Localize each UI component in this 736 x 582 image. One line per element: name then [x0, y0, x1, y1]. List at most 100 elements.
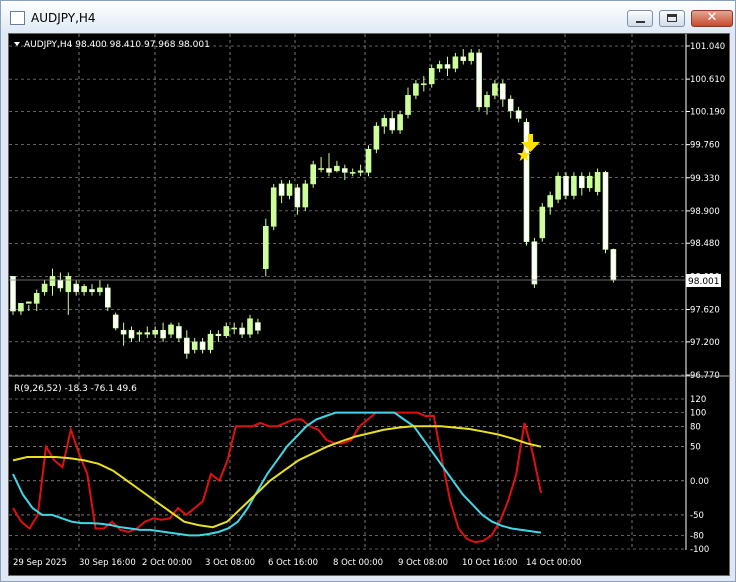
candle-body	[460, 56, 467, 61]
axes: 101.040 100.610 100.190 99.760 99.330 98.900 9…	[9, 34, 725, 568]
indicator-tick-label: -100	[690, 545, 709, 555]
candle-body	[247, 318, 253, 335]
candle-body	[428, 68, 435, 85]
indicator-tick-label: -50	[690, 511, 704, 521]
price-tick-label: 98.900	[690, 207, 720, 217]
candle-body	[176, 326, 182, 339]
candle-body	[128, 330, 135, 339]
candle-body	[468, 52, 475, 61]
indicator-tick-label: 100	[690, 409, 706, 419]
candle-body	[105, 287, 111, 308]
candle-body	[41, 283, 48, 293]
title-bar[interactable]: AUDJPY,H4 ✕	[1, 1, 735, 33]
candle-body	[594, 172, 601, 192]
candle-body	[373, 125, 380, 150]
indicator-tick-label: 0.00	[690, 477, 709, 487]
price-tick-label: 100.610	[690, 75, 725, 85]
candle-body	[278, 183, 285, 196]
candle-body	[215, 333, 222, 337]
candle-body	[405, 95, 411, 115]
time-tick-label: 30 Sep 16:00	[79, 558, 136, 568]
price-tick-label: 97.200	[690, 338, 720, 348]
candle-body	[610, 249, 617, 281]
candle-body	[492, 83, 498, 96]
candle-body	[294, 187, 301, 208]
time-tick-label: 8 Oct 00:00	[333, 558, 383, 568]
time-tick-label: 14 Oct 00:00	[526, 558, 581, 568]
candle-body	[231, 327, 237, 330]
candle-body	[286, 183, 293, 196]
chart-window-icon	[10, 11, 25, 25]
time-tick-label: 6 Oct 16:00	[268, 558, 318, 568]
candle-body	[334, 165, 340, 172]
candle-body	[223, 326, 230, 337]
candle-body	[302, 183, 309, 208]
candle-body	[436, 64, 443, 69]
time-tick-label: 2 Oct 00:00	[142, 558, 192, 568]
candle-body	[310, 164, 317, 185]
indicator-tick-label: -80	[690, 531, 704, 541]
close-icon: ✕	[706, 10, 718, 25]
candle-body	[270, 187, 277, 227]
current-price-label: 98.001	[688, 277, 720, 287]
candle-body	[326, 168, 332, 173]
candle-body	[152, 330, 158, 335]
time-tick-label: 3 Oct 08:00	[205, 558, 255, 568]
indicator-header: R(9,26,52) -18.3 -76.1 49.6	[14, 384, 137, 394]
candle-body	[10, 276, 16, 312]
candle-body	[476, 52, 482, 108]
candle-body	[571, 175, 577, 196]
candle-body	[65, 276, 72, 293]
indicator-tick-label: 80	[690, 422, 701, 432]
candle-body	[484, 95, 490, 108]
candle-body	[357, 170, 364, 173]
close-button[interactable]: ✕	[691, 10, 733, 27]
indicator-tick-label: 50	[690, 443, 701, 453]
candle-body	[25, 301, 32, 304]
candle-body	[507, 98, 514, 112]
triangle-down-icon[interactable]	[14, 42, 20, 46]
candle-body	[239, 327, 245, 335]
candle-body	[389, 118, 396, 131]
candle-body	[263, 225, 269, 269]
candle-body	[444, 64, 451, 69]
chart-window: AUDJPY,H4 ✕ 101.040 100.610 100.190 99.760 9…	[0, 0, 736, 582]
candle-body	[381, 118, 388, 127]
candle-body	[255, 322, 261, 331]
candle-body	[89, 289, 95, 293]
candle-body	[365, 148, 372, 173]
candle-body	[199, 341, 206, 350]
window-title: AUDJPY,H4	[31, 11, 96, 25]
candle-body	[318, 168, 324, 170]
candle-body	[531, 241, 538, 285]
candle-body	[33, 293, 40, 304]
minimize-button[interactable]	[627, 10, 653, 27]
price-tick-label: 101.040	[690, 42, 725, 52]
candle-body	[184, 337, 190, 354]
candle-body	[420, 83, 427, 86]
price-tick-label: 100.190	[690, 107, 725, 117]
chart-canvas[interactable]: 101.040 100.610 100.190 99.760 99.330 98.900 9…	[9, 34, 729, 575]
candle-body	[539, 206, 546, 239]
candle-body	[349, 172, 356, 174]
chart-area[interactable]: 101.040 100.610 100.190 99.760 99.330 98.900 9…	[8, 33, 730, 576]
candle-body	[555, 175, 561, 200]
candle-body	[341, 168, 348, 173]
sell-signal	[517, 134, 540, 161]
candle-body	[49, 276, 56, 286]
candle-body	[97, 287, 103, 293]
price-tick-label: 97.620	[690, 306, 720, 316]
maximize-button[interactable]	[659, 10, 685, 27]
candles	[10, 49, 617, 359]
candle-body	[563, 175, 569, 196]
candle-body	[81, 286, 87, 293]
candle-body	[397, 114, 403, 131]
candle-body	[578, 175, 585, 189]
candle-body	[547, 195, 554, 208]
minimize-icon	[636, 21, 645, 23]
candle-body	[120, 330, 127, 335]
candle-body	[586, 175, 593, 189]
chart-header: AUDJPY,H4 98.400 98.410 97.968 98.001	[24, 40, 210, 50]
candle-body	[515, 110, 522, 119]
candle-body	[499, 83, 506, 100]
